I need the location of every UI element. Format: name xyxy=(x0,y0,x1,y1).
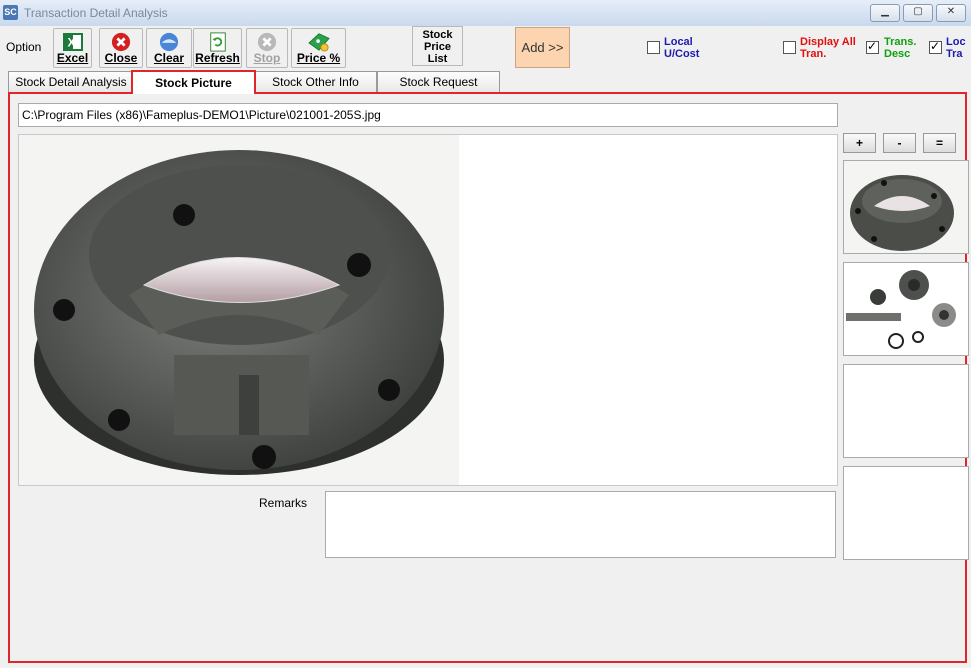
clear-button[interactable]: Clear xyxy=(146,28,192,68)
app-icon: SC xyxy=(3,5,18,20)
price-icon xyxy=(307,33,330,52)
close-label: Close xyxy=(104,51,138,65)
tab-stock-request[interactable]: Stock Request xyxy=(377,71,500,92)
remarks-textarea[interactable] xyxy=(325,491,836,558)
tab-stock-picture[interactable]: Stock Picture xyxy=(131,70,256,94)
excel-button[interactable]: X Excel xyxy=(53,28,92,68)
window-close-button[interactable]: ✕ xyxy=(936,4,966,22)
thumbnail-2[interactable] xyxy=(843,262,969,356)
refresh-button[interactable]: Refresh xyxy=(193,28,242,68)
stock-picture-image xyxy=(19,135,459,485)
trans-desc-checkbox[interactable] xyxy=(866,39,879,54)
loc-tra-label: Loc Tra xyxy=(946,36,966,60)
option-label: Option xyxy=(6,40,42,54)
local-ucost-checkbox[interactable] xyxy=(647,41,660,54)
clear-icon xyxy=(159,32,179,52)
title-bar: SC Transaction Detail Analysis ▁ ▢ ✕ xyxy=(0,0,971,27)
remarks-label: Remarks xyxy=(259,496,308,510)
local-ucost-label: Local U/Cost xyxy=(664,36,700,60)
zoom-out-button[interactable]: - xyxy=(883,133,916,153)
add-button[interactable]: Add >> xyxy=(515,27,570,68)
refresh-label: Refresh xyxy=(195,51,240,65)
stop-button[interactable]: Stop xyxy=(246,28,288,68)
trans-desc-label: Trans. Desc xyxy=(884,36,917,60)
svg-text:X: X xyxy=(67,36,75,50)
tab-stock-detail-analysis[interactable]: Stock Detail Analysis xyxy=(8,71,134,92)
zoom-in-button[interactable]: + xyxy=(843,133,876,153)
stop-label: Stop xyxy=(253,51,281,65)
thumbnail-1[interactable] xyxy=(843,160,969,254)
excel-icon: X xyxy=(62,33,83,51)
zoom-reset-button[interactable]: = xyxy=(923,133,956,153)
thumbnail-4[interactable] xyxy=(843,466,969,560)
minimize-button[interactable]: ▁ xyxy=(870,4,900,22)
loc-tra-checkbox[interactable] xyxy=(929,39,942,54)
stop-icon xyxy=(257,32,277,52)
thumbnail-1-image xyxy=(844,161,968,253)
display-all-tran-checkbox[interactable] xyxy=(783,41,796,54)
picture-path-field[interactable]: C:\Program Files (x86)\Fameplus-DEMO1\Pi… xyxy=(18,103,838,127)
window-title: Transaction Detail Analysis xyxy=(24,6,168,20)
refresh-icon xyxy=(209,32,226,52)
clear-label: Clear xyxy=(153,51,185,65)
thumbnail-3[interactable] xyxy=(843,364,969,458)
maximize-button[interactable]: ▢ xyxy=(903,4,933,22)
close-icon xyxy=(111,32,131,52)
excel-label: Excel xyxy=(56,51,89,65)
tab-stock-other-info[interactable]: Stock Other Info xyxy=(254,71,377,92)
close-button[interactable]: Close xyxy=(99,28,143,68)
price-label: Price % xyxy=(296,51,341,65)
display-all-tran-label: Display All Tran. xyxy=(800,36,856,60)
stock-price-list-button[interactable]: Stock Price List xyxy=(412,26,463,66)
thumbnail-2-image xyxy=(844,263,968,355)
picture-viewer xyxy=(18,134,838,486)
price-percent-button[interactable]: Price % xyxy=(291,28,346,68)
